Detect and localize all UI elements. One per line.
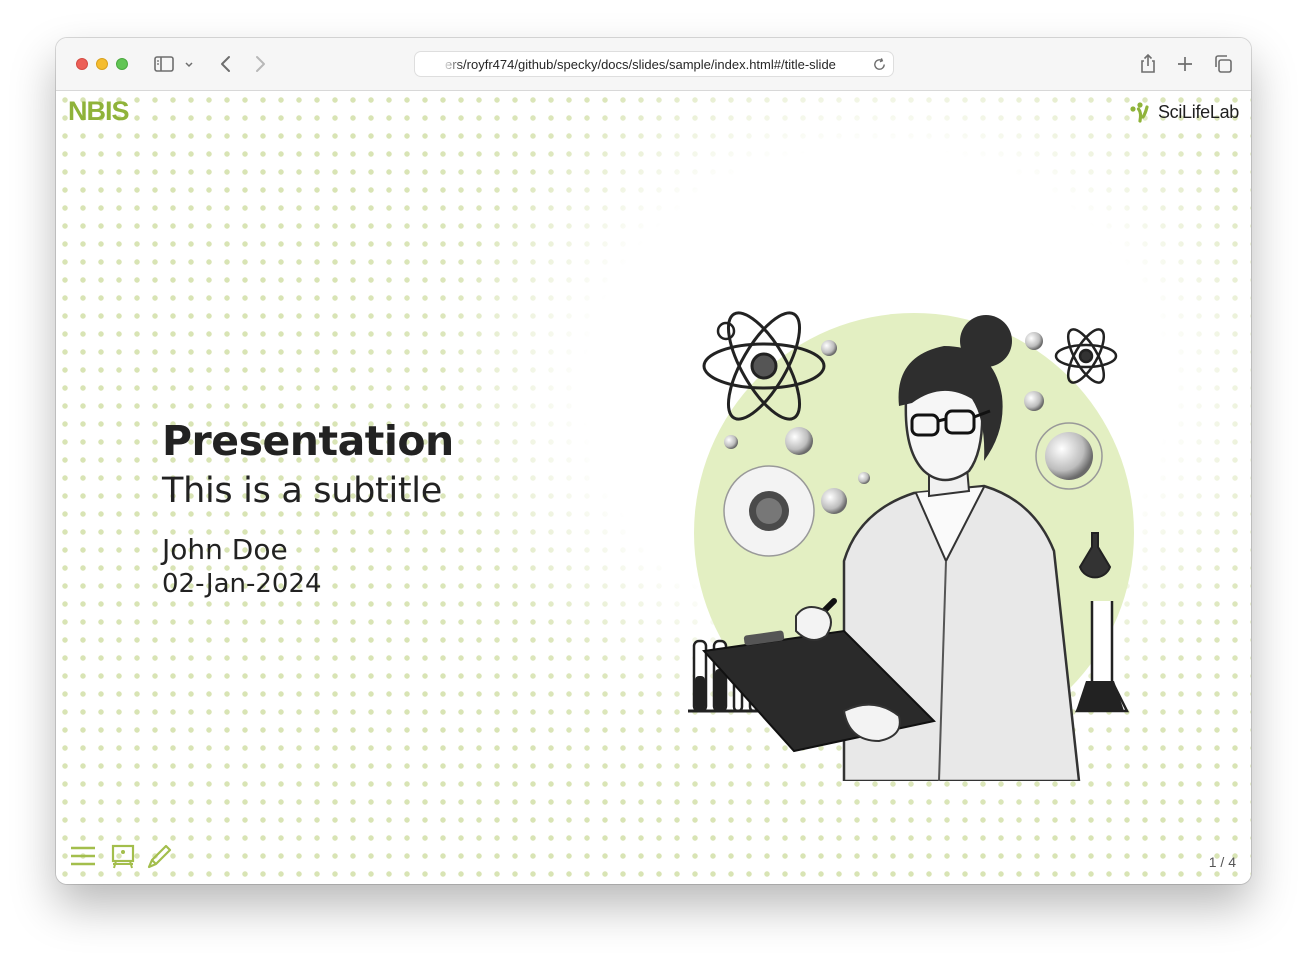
share-icon[interactable] bbox=[1136, 52, 1160, 76]
hamburger-menu-icon[interactable] bbox=[68, 841, 98, 871]
slide-date: 02-Jan-2024 bbox=[162, 569, 322, 599]
slide-subtitle: This is a subtitle bbox=[162, 471, 442, 511]
sphere-icon bbox=[1035, 422, 1103, 490]
tabs-overview-icon[interactable] bbox=[1211, 52, 1235, 76]
chalkboard-icon[interactable] bbox=[108, 841, 138, 871]
address-bar-url: ers/royfr474/github/specky/docs/slides/s… bbox=[445, 57, 836, 72]
scilifelab-logo-text: SciLifeLab bbox=[1157, 101, 1239, 122]
plus-icon[interactable] bbox=[1173, 52, 1197, 76]
chevron-left-icon[interactable] bbox=[214, 52, 238, 76]
scilifelab-logo: SciLifeLab bbox=[1129, 99, 1239, 125]
browser-window: ers/royfr474/github/specky/docs/slides/s… bbox=[56, 38, 1251, 884]
slide: NBIS SciLifeLab Presentation This is a s… bbox=[56, 91, 1251, 884]
scilifelab-mark-icon bbox=[1130, 102, 1149, 123]
pen-icon[interactable] bbox=[144, 841, 174, 871]
url-fade bbox=[441, 54, 463, 74]
address-bar[interactable]: ers/royfr474/github/specky/docs/slides/s… bbox=[414, 51, 894, 77]
slide-number: 1 / 4 bbox=[1208, 854, 1236, 870]
reload-icon[interactable] bbox=[872, 57, 887, 72]
slide-author: John Doe bbox=[162, 533, 288, 566]
close-window-button[interactable] bbox=[76, 58, 88, 70]
maximize-window-button[interactable] bbox=[116, 58, 128, 70]
chevron-down-icon[interactable] bbox=[182, 52, 196, 76]
sidebar-icon[interactable] bbox=[152, 52, 176, 76]
browser-toolbar: ers/royfr474/github/specky/docs/slides/s… bbox=[56, 38, 1251, 91]
scientist-illustration bbox=[688, 311, 1134, 781]
chevron-right-icon[interactable] bbox=[248, 52, 272, 76]
slide-title: Presentation bbox=[162, 417, 454, 465]
cell-icon bbox=[723, 465, 815, 557]
minimize-window-button[interactable] bbox=[96, 58, 108, 70]
nbis-logo: NBIS bbox=[68, 96, 130, 126]
